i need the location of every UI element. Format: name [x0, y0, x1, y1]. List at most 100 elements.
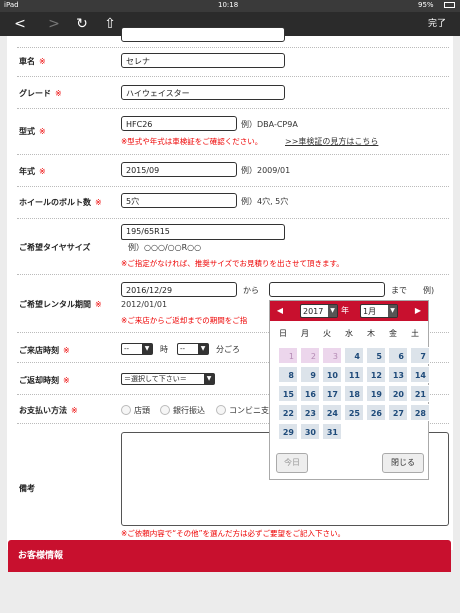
period-example-label: 例)	[423, 286, 435, 295]
bolts-example: 例）4穴, 5穴	[241, 197, 289, 206]
payment-convenience-radio[interactable]	[216, 405, 226, 415]
weekday-label: 土	[411, 329, 419, 338]
calendar-day[interactable]: 9	[300, 366, 320, 383]
battery-level: 95%	[418, 1, 434, 9]
device-name: iPad	[4, 1, 19, 9]
weekday-label: 木	[367, 329, 375, 338]
clock: 10:18	[218, 1, 239, 9]
calendar-day[interactable]: 6	[388, 347, 408, 364]
calendar-day[interactable]: 29	[278, 423, 298, 440]
payment-bank-radio[interactable]	[160, 405, 170, 415]
forward-icon[interactable]: >	[44, 15, 64, 33]
year-label: 年式 ※	[19, 167, 46, 176]
next-month-icon[interactable]: ▶	[412, 305, 424, 317]
divider	[17, 186, 449, 187]
payment-convenience-label: コンビニ支	[229, 406, 269, 415]
year-select[interactable]: 2017 ▼	[300, 304, 338, 318]
calendar-day[interactable]: 7	[410, 347, 430, 364]
bolts-label: ホイールのボルト数 ※	[19, 198, 102, 207]
calendar-day[interactable]: 12	[366, 366, 386, 383]
calendar-day[interactable]: 4	[344, 347, 364, 364]
calendar-day[interactable]: 16	[300, 385, 320, 402]
remarks-note: ※ご依頼内容で“その他”を選んだ方は必ずご要望をご記入下さい。	[121, 529, 346, 538]
calendar-day[interactable]: 10	[322, 366, 342, 383]
back-icon[interactable]: <	[10, 15, 30, 33]
car-name-label: 車名 ※	[19, 57, 46, 66]
year-input[interactable]: 2015/09	[121, 162, 237, 177]
calendar-day[interactable]: 18	[344, 385, 364, 402]
calendar-day[interactable]: 24	[322, 404, 342, 421]
tire-label: ご希望タイヤサイズ	[19, 243, 91, 252]
return-time-select[interactable]: ＝選択して下さい＝ ▼	[121, 373, 215, 385]
calendar-day[interactable]: 20	[388, 385, 408, 402]
grade-input[interactable]: ハイウェイスター	[121, 85, 285, 100]
customer-info-header: お客様情報	[8, 540, 451, 572]
divider	[17, 218, 449, 219]
weekday-label: 火	[323, 329, 331, 338]
period-example: 2012/01/01	[121, 300, 168, 309]
visit-hour-select[interactable]: -- ▼	[121, 343, 153, 355]
period-to-input[interactable]	[269, 282, 385, 297]
year-example: 例）2009/01	[241, 166, 291, 175]
calendar-day[interactable]: 11	[344, 366, 364, 383]
calendar-day[interactable]: 28	[410, 404, 430, 421]
visit-minute-unit: 分ごろ	[216, 345, 240, 354]
done-button[interactable]: 完了	[420, 15, 454, 33]
calendar-day[interactable]: 2	[300, 347, 320, 364]
weekday-label: 月	[301, 329, 309, 338]
calendar-day[interactable]: 13	[388, 366, 408, 383]
calendar-day[interactable]: 17	[322, 385, 342, 402]
calendar-day[interactable]: 26	[366, 404, 386, 421]
calendar-day[interactable]: 1	[278, 347, 298, 364]
reload-icon[interactable]: ↻	[72, 15, 92, 33]
calendar-day[interactable]: 3	[322, 347, 342, 364]
period-from-input[interactable]: 2016/12/29	[121, 282, 237, 297]
tire-input[interactable]: 195/65R15	[121, 224, 285, 238]
prev-month-icon[interactable]: ◀	[274, 305, 286, 317]
remarks-label: 備考	[19, 484, 35, 493]
calendar-day[interactable]: 23	[300, 404, 320, 421]
model-example: 例）DBA-CP9A	[241, 120, 298, 129]
visit-time-label: ご来店時刻 ※	[19, 346, 70, 355]
calendar-day[interactable]: 27	[388, 404, 408, 421]
weekday-label: 金	[389, 329, 397, 338]
calendar-day[interactable]: 22	[278, 404, 298, 421]
tire-example: 例）○○○/○○R○○	[128, 243, 202, 252]
shaken-guide-link[interactable]: >>車検証の見方はこちら	[285, 136, 378, 147]
calendar-day[interactable]: 30	[300, 423, 320, 440]
payment-label: お支払い方法 ※	[19, 406, 78, 415]
payment-store-radio[interactable]	[121, 405, 131, 415]
divider	[17, 47, 449, 48]
today-button[interactable]: 今日	[276, 453, 308, 473]
divider	[17, 154, 449, 155]
visit-minute-select[interactable]: -- ▼	[177, 343, 209, 355]
period-until-text: まで	[391, 286, 407, 295]
payment-bank-label: 銀行振込	[173, 406, 205, 415]
close-button[interactable]: 閉じる	[382, 453, 424, 473]
period-label: ご希望レンタル期間 ※	[19, 300, 102, 309]
calendar-day[interactable]: 8	[278, 366, 298, 383]
calendar-day[interactable]: 31	[322, 423, 342, 440]
tire-note: ※ご指定がなければ、推奨サイズでお見積りを出させて頂きます。	[121, 259, 344, 268]
page-background: 車名 ※ セレナ グレード ※ ハイウェイスター 型式 ※ HFC26 例）DBA-C…	[0, 27, 460, 613]
month-select[interactable]: 1月 ▼	[360, 304, 398, 318]
weekday-label: 日	[279, 329, 287, 338]
divider	[17, 274, 449, 275]
car-name-input[interactable]: セレナ	[121, 53, 285, 68]
datepicker-header: ◀ 2017 ▼ 年 1月 ▼ ▶	[270, 301, 428, 321]
calendar-day[interactable]: 5	[366, 347, 386, 364]
calendar-day[interactable]: 21	[410, 385, 430, 402]
datepicker: ◀ 2017 ▼ 年 1月 ▼ ▶ 日月火水木金土 1 2 3 4 5 6 7 8 9 10 11 12 1…	[269, 300, 430, 480]
calendar-day[interactable]: 15	[278, 385, 298, 402]
grade-label: グレード ※	[19, 89, 62, 98]
bolts-input[interactable]: 5穴	[121, 193, 237, 208]
tire-input-bottom	[121, 238, 285, 240]
calendar-day[interactable]: 14	[410, 366, 430, 383]
share-icon[interactable]: ⇧	[100, 15, 120, 33]
partial-field[interactable]	[121, 27, 285, 42]
model-input[interactable]: HFC26	[121, 116, 237, 131]
calendar-day[interactable]: 19	[366, 385, 386, 402]
divider	[17, 76, 449, 77]
calendar-day[interactable]: 25	[344, 404, 364, 421]
status-bar: iPad 10:18 95%	[0, 0, 460, 12]
